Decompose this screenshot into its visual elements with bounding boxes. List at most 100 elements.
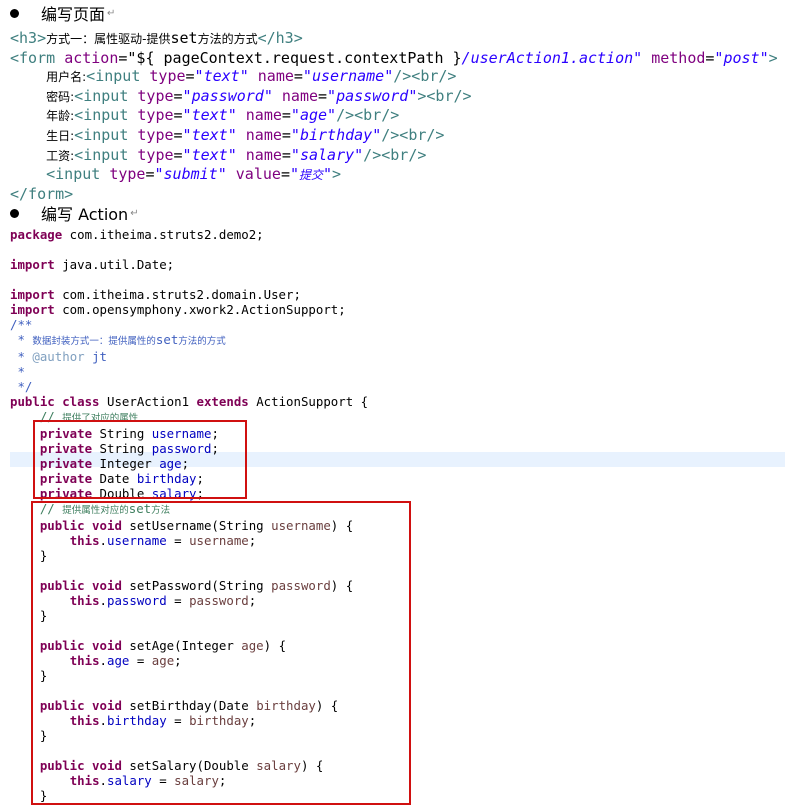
code-token: = <box>173 145 183 164</box>
code-line: */ <box>10 379 368 394</box>
code-line: * @author jt <box>10 349 368 364</box>
code-token: type <box>109 165 146 184</box>
section-heading-page: 编写页面 ↵ <box>10 3 115 24</box>
code-token: ActionSupport { <box>248 394 369 409</box>
code-token: /><br/> <box>381 125 445 144</box>
code-token: = <box>185 67 195 86</box>
code-token: name <box>245 145 282 164</box>
code-token: type <box>149 67 186 86</box>
code-token: "text" <box>194 67 249 86</box>
code-token: "salary" <box>290 145 364 164</box>
code-token: java.util.Date; <box>54 257 175 272</box>
code-token: "text" <box>182 125 237 144</box>
code-token: 年龄: <box>46 109 75 124</box>
code-token: 密码: <box>46 89 75 104</box>
code-token: <input <box>74 125 138 144</box>
code-token: <input <box>46 165 110 184</box>
code-token: public class <box>10 394 100 409</box>
code-token: action <box>64 48 119 67</box>
code-line: * <box>10 364 368 379</box>
code-token: /** <box>10 317 33 332</box>
section-title: 编写 Action <box>41 205 129 224</box>
code-token: type <box>137 106 174 125</box>
code-token: <form <box>10 48 65 67</box>
code-token: 方法的方式 <box>178 336 226 347</box>
code-token: = <box>281 145 291 164</box>
code-token: "password" <box>327 86 418 105</box>
code-token: = <box>281 106 291 125</box>
code-line: * 数据封装方式一：提供属性的set方法的方式 <box>10 332 368 349</box>
code-token: * <box>10 364 25 379</box>
code-token: "username" <box>302 67 394 86</box>
code-token: type <box>137 86 174 105</box>
code-token: ><br/> <box>417 86 472 105</box>
code-token: = <box>293 67 303 86</box>
code-token: "text" <box>182 106 237 125</box>
code-token: extends <box>196 394 249 409</box>
code-line: /** <box>10 317 368 332</box>
code-token: UserAction1 <box>99 394 197 409</box>
code-token: 提交 <box>299 168 324 183</box>
code-token: name <box>245 106 282 125</box>
code-token: jt <box>84 349 107 364</box>
code-token: 工资: <box>46 148 75 163</box>
code-token: type <box>137 125 174 144</box>
code-token: package <box>10 227 63 242</box>
code-token: name <box>245 125 282 144</box>
code-token: "post" <box>714 48 769 67</box>
code-token: " <box>289 165 299 184</box>
code-token: <input <box>74 86 138 105</box>
code-token: 数据封装方式一：提供属性的 <box>32 336 156 347</box>
code-line: package com.itheima.struts2.demo2; <box>10 227 368 242</box>
section-title: 编写页面 <box>41 5 106 24</box>
code-token: = <box>145 165 155 184</box>
code-line: 生日:<input type="text" name="birthday"/><… <box>10 126 778 146</box>
code-token: import <box>10 257 55 272</box>
code-token: "password" <box>182 86 273 105</box>
code-line: 年龄:<input type="text" name="age"/><br/> <box>10 106 778 126</box>
code-token: ="${ pageContext.request.contextPath } <box>118 48 462 67</box>
code-line: import java.util.Date; <box>10 257 368 272</box>
code-line: <h3>方式一：属性驱动-提供set方法的方式</h3> <box>10 29 778 49</box>
setters-highlight-box <box>31 501 411 805</box>
bullet-icon <box>10 208 19 218</box>
code-token: type <box>137 145 174 164</box>
code-token: > <box>768 48 778 67</box>
code-token: <h3> <box>10 29 47 47</box>
code-line: 密码:<input type="password" name="password… <box>10 87 778 107</box>
code-token: "submit" <box>154 165 227 184</box>
code-token: "text" <box>182 145 237 164</box>
code-token: "age" <box>290 106 337 125</box>
code-token: @author <box>32 349 85 364</box>
code-token: = <box>280 165 290 184</box>
code-token: 生日: <box>46 128 75 143</box>
code-line: 用户名:<input type="text" name="username"/>… <box>10 67 778 87</box>
code-token: name <box>281 86 319 105</box>
code-line: <input type="submit" value="提交"> <box>10 165 778 185</box>
code-token: = <box>318 86 328 105</box>
code-token: /><br/> <box>363 145 427 164</box>
code-token: com.itheima.struts2.demo2; <box>62 227 264 242</box>
code-token: /><br/> <box>393 67 457 86</box>
code-token: 用户名: <box>46 70 87 85</box>
code-token: <input <box>74 106 138 125</box>
code-token: 方法的方式 <box>197 32 258 46</box>
code-token: import <box>10 302 55 317</box>
code-token: set <box>155 332 179 347</box>
html-code-block: <h3>方式一：属性驱动-提供set方法的方式</h3> <form action… <box>10 29 778 203</box>
bullet-icon <box>10 8 19 18</box>
code-token: </h3> <box>257 29 303 47</box>
code-token: "birthday" <box>290 125 382 144</box>
